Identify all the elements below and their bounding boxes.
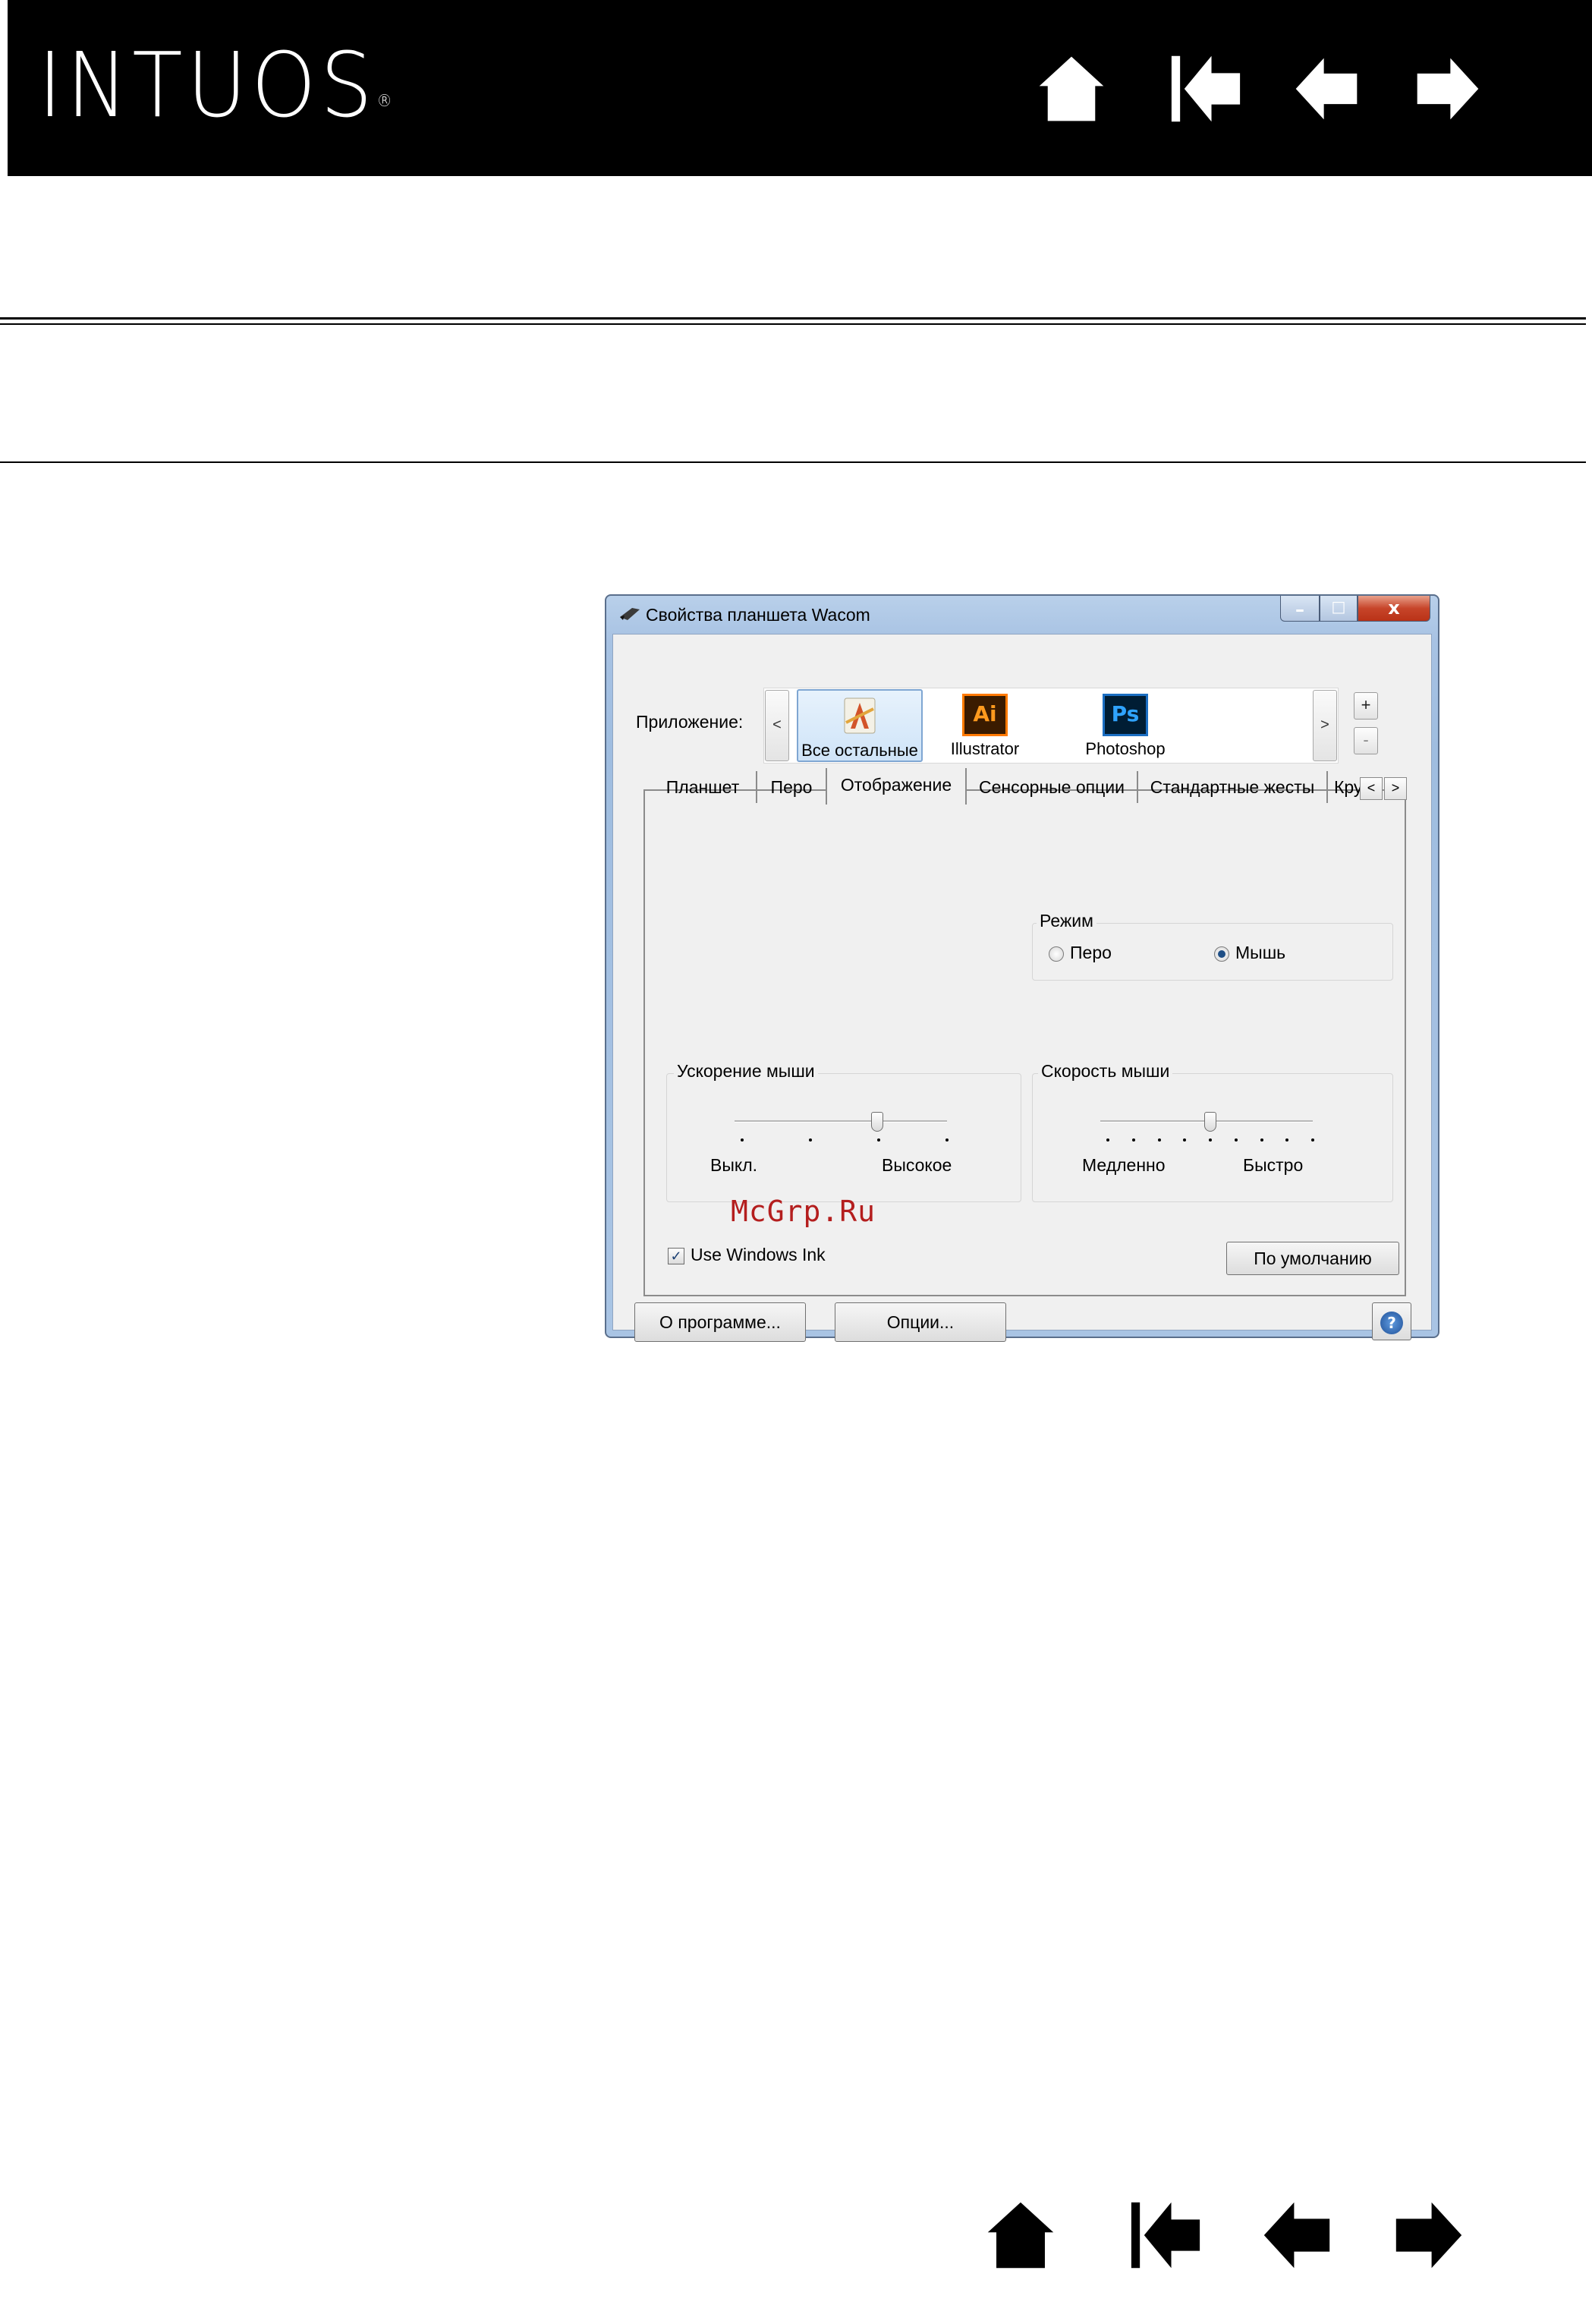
use-windows-ink-checkbox[interactable]: ✓	[668, 1248, 684, 1264]
add-application-button[interactable]: +	[1354, 692, 1378, 720]
app-scroll-right-button[interactable]: >	[1313, 690, 1337, 761]
mouse-speed-title: Скорость мыши	[1038, 1061, 1173, 1082]
close-button[interactable]: x	[1358, 596, 1430, 622]
mouse-acceleration-min-label: Выкл.	[710, 1155, 758, 1175]
mouse-acceleration-group	[666, 1073, 1021, 1202]
slider-tick	[1234, 1138, 1238, 1142]
mode-mouse-radio[interactable]	[1214, 946, 1229, 962]
all-apps-icon	[844, 698, 876, 734]
photoshop-icon: Ps	[1103, 694, 1148, 736]
mouse-acceleration-max-label: Высокое	[882, 1155, 952, 1175]
minimize-icon: –	[1295, 599, 1304, 620]
mouse-acceleration-title: Ускорение мыши	[674, 1061, 818, 1082]
mode-pen-label[interactable]: Перо	[1070, 943, 1112, 963]
app-item-label: Все остальные	[801, 741, 918, 760]
wacom-properties-window: Свойства планшета Wacom – □ x Приложение…	[605, 594, 1439, 1342]
app-scroll-left-button[interactable]: <	[765, 690, 789, 761]
application-label: Приложение:	[636, 712, 744, 732]
tab-standard-gestures[interactable]: Стандартные жесты	[1138, 771, 1328, 803]
home-icon[interactable]	[1037, 53, 1106, 124]
mouse-speed-max-label: Быстро	[1243, 1155, 1304, 1175]
app-item-illustrator[interactable]: Ai Illustrator	[932, 689, 1038, 762]
close-icon: x	[1388, 597, 1400, 619]
registered-mark: ®	[376, 92, 392, 111]
slider-tick	[809, 1138, 812, 1142]
rule-top-2	[0, 323, 1586, 325]
app-item-photoshop[interactable]: Ps Photoshop	[1068, 689, 1182, 762]
mode-mouse-label[interactable]: Мышь	[1235, 943, 1285, 963]
mouse-acceleration-slider[interactable]	[871, 1112, 884, 1132]
slider-tick	[1311, 1138, 1314, 1142]
app-item-label: Illustrator	[950, 739, 1020, 758]
app-item-label: Photoshop	[1085, 739, 1166, 758]
slider-tick	[877, 1138, 880, 1142]
mouse-acceleration-track	[735, 1120, 947, 1123]
mode-pen-radio[interactable]	[1049, 946, 1064, 962]
window-client-area: Приложение: < Все остальные Ai Illustrat…	[612, 634, 1432, 1342]
maximize-button[interactable]: □	[1320, 596, 1358, 622]
help-icon: ?	[1380, 1312, 1403, 1334]
pen-app-icon	[620, 608, 640, 620]
logo-text: INTUOS	[38, 33, 377, 137]
tab-pen[interactable]: Перо	[757, 771, 826, 803]
tab-tablet[interactable]: Планшет	[650, 771, 757, 803]
tab-radial-menu[interactable]: Кру	[1328, 771, 1363, 803]
maximize-icon: □	[1331, 597, 1346, 616]
mode-group-title: Режим	[1037, 911, 1096, 931]
about-button[interactable]: О программе...	[634, 1302, 806, 1342]
tab-scroll-right-button[interactable]: >	[1384, 777, 1407, 800]
slider-tick	[1157, 1138, 1161, 1142]
next-page-icon[interactable]	[1395, 2201, 1463, 2269]
slider-tick	[945, 1138, 949, 1142]
window-title: Свойства планшета Wacom	[646, 605, 870, 625]
tab-scroll-left-button[interactable]: <	[1360, 777, 1383, 800]
slider-tick	[1260, 1138, 1263, 1142]
home-icon[interactable]	[983, 2200, 1058, 2271]
rule-bottom	[0, 461, 1586, 463]
intuos-logo: INTUOS®	[38, 32, 392, 138]
tab-mapping[interactable]: Отображение	[826, 768, 967, 805]
illustrator-icon: Ai	[962, 694, 1008, 736]
minimize-button[interactable]: –	[1280, 596, 1320, 622]
mouse-speed-group	[1032, 1073, 1393, 1202]
options-button[interactable]: Опции...	[835, 1302, 1006, 1342]
slider-tick	[1209, 1138, 1212, 1142]
help-button[interactable]: ?	[1372, 1302, 1411, 1340]
slider-tick	[1131, 1138, 1135, 1142]
rule-top-1	[0, 317, 1586, 320]
slider-tick	[741, 1138, 744, 1142]
mouse-speed-min-label: Медленно	[1082, 1155, 1166, 1175]
next-page-icon[interactable]	[1416, 55, 1480, 123]
tab-touch-options[interactable]: Сенсорные опции	[967, 771, 1138, 803]
previous-page-icon[interactable]	[1263, 2201, 1331, 2269]
first-page-icon[interactable]	[1169, 53, 1243, 124]
first-page-icon[interactable]	[1126, 2200, 1205, 2271]
use-windows-ink-label[interactable]: Use Windows Ink	[691, 1245, 826, 1265]
mouse-speed-slider[interactable]	[1204, 1112, 1216, 1132]
slider-tick	[1106, 1138, 1109, 1142]
remove-application-button[interactable]: -	[1354, 727, 1378, 754]
watermark-text: McGrp.Ru	[731, 1195, 876, 1228]
app-item-all-others[interactable]: Все остальные	[797, 689, 923, 762]
previous-page-icon[interactable]	[1295, 55, 1358, 123]
default-button[interactable]: По умолчанию	[1226, 1242, 1399, 1275]
